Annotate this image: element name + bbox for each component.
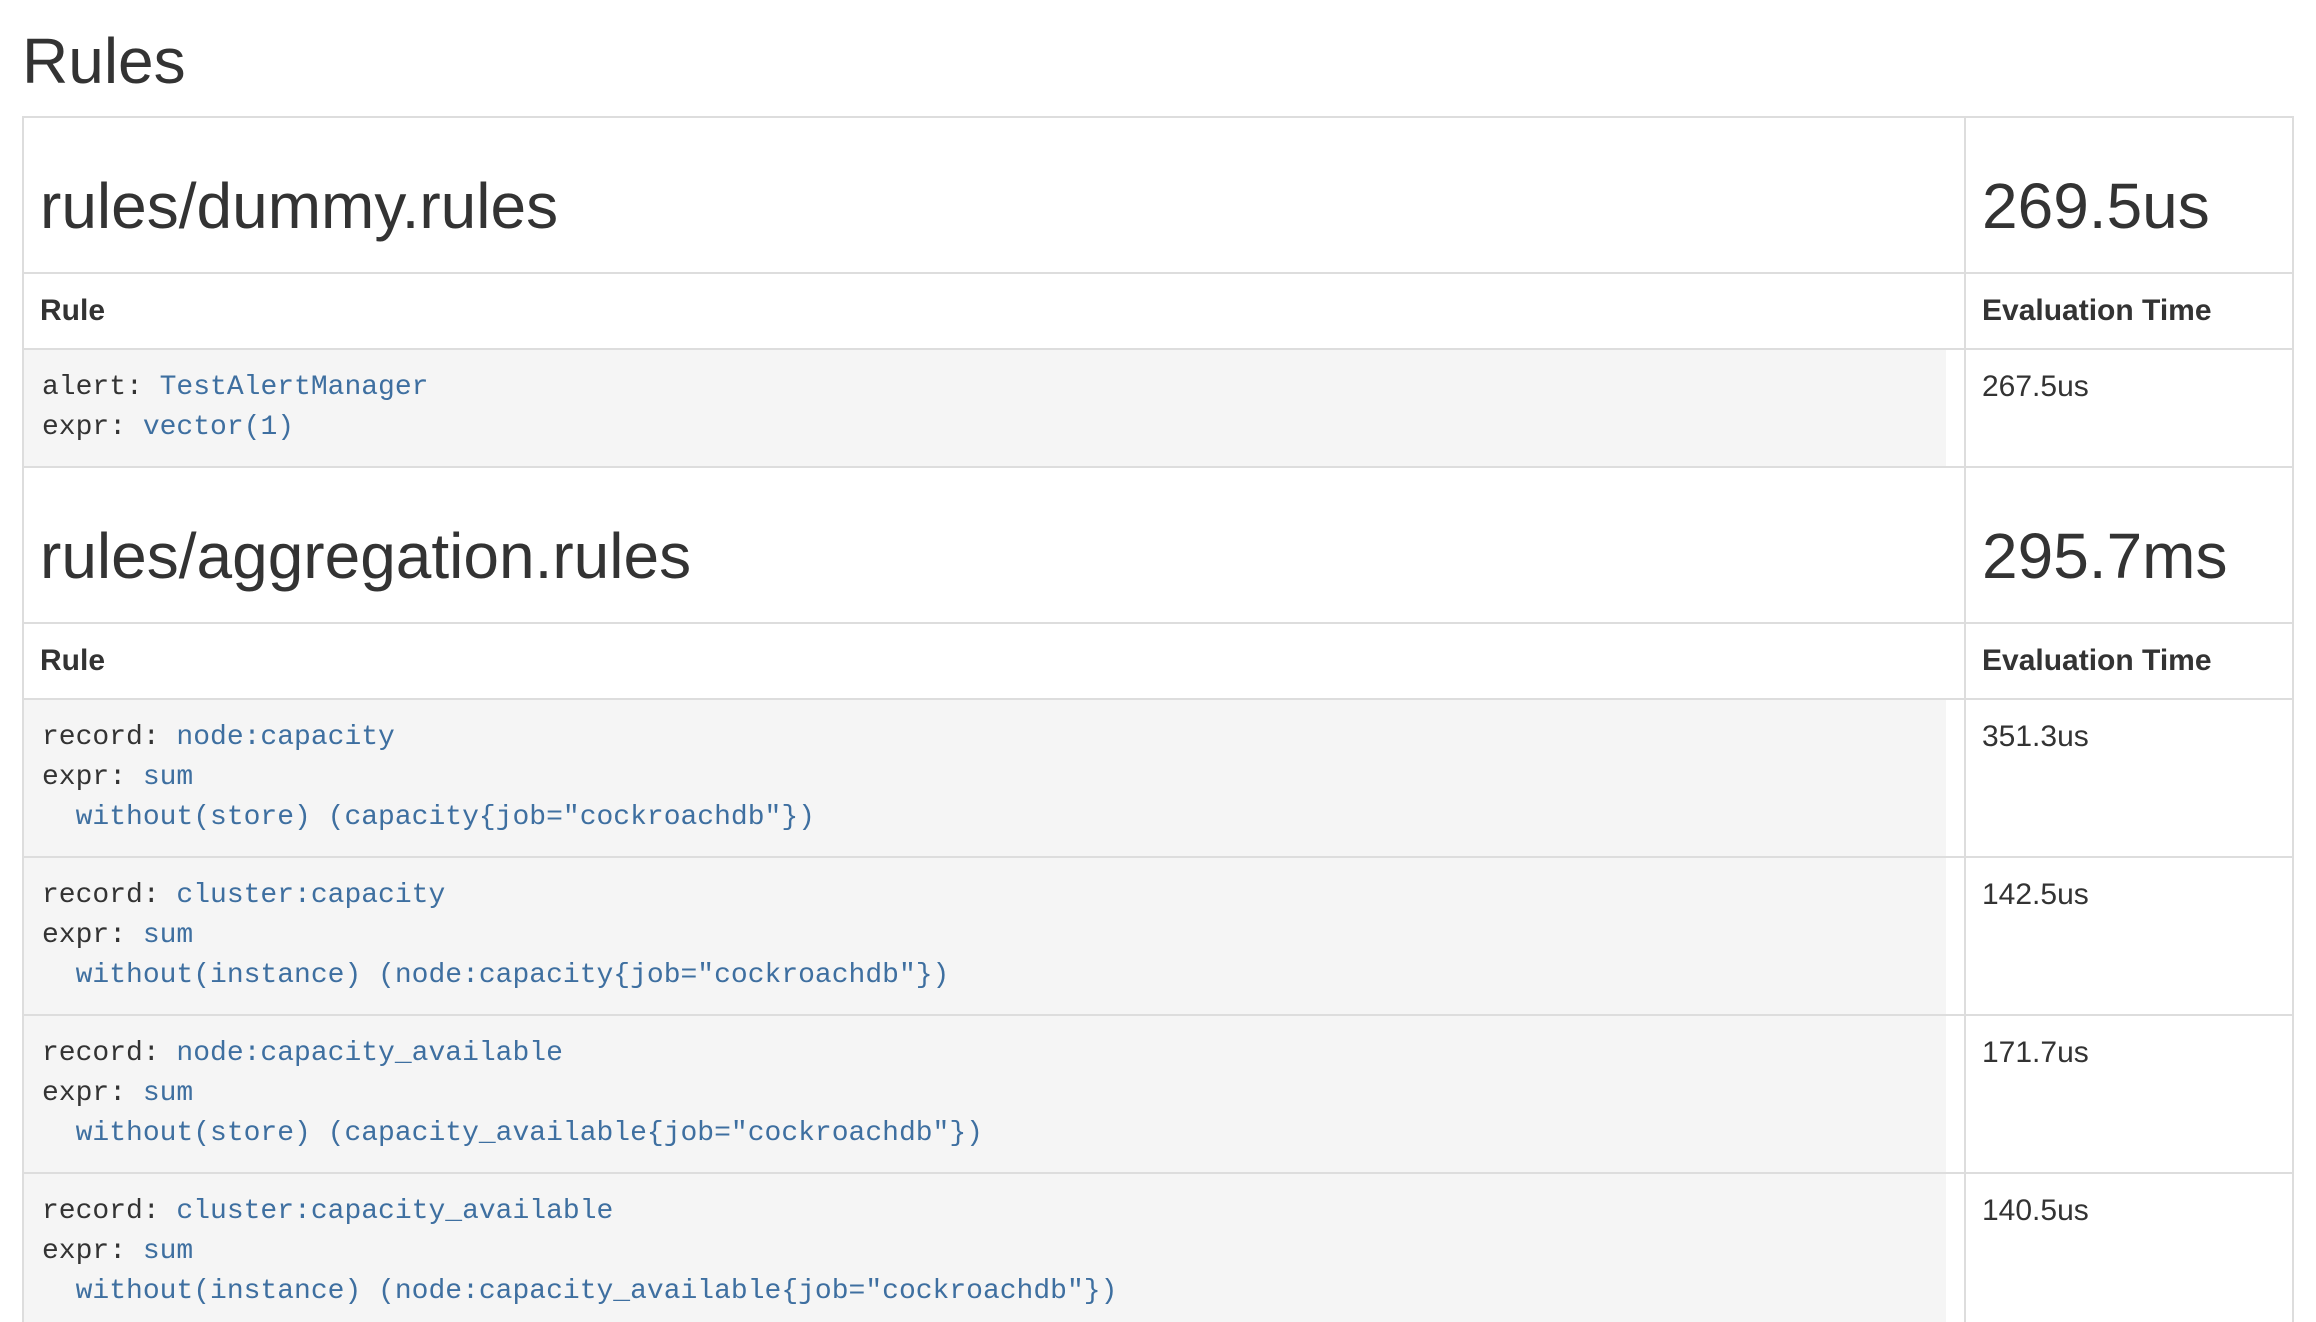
rule-keyword: expr: xyxy=(42,762,143,793)
rule-code-line: expr: sum xyxy=(42,1074,1946,1114)
rule-row: record: cluster:capacity_availableexpr: … xyxy=(23,1173,2293,1322)
rules-table-body: rules/dummy.rules 269.5us Rule Evaluatio… xyxy=(23,117,2293,1322)
rule-code-line: record: cluster:capacity xyxy=(42,876,1946,916)
rule-row: record: node:capacityexpr: sum without(s… xyxy=(23,699,2293,857)
rule-code-line: without(store) (capacity_available{job="… xyxy=(42,1114,1946,1154)
page-title: Rules xyxy=(22,26,2292,96)
rule-eval-time: 142.5us xyxy=(1982,878,2089,911)
rule-link[interactable]: node:capacity_available xyxy=(176,1038,562,1069)
rule-keyword: record: xyxy=(42,880,176,911)
rule-eval-time-cell: 142.5us xyxy=(1965,857,2293,1015)
rule-code-line: expr: sum xyxy=(42,916,1946,956)
rule-code-line: expr: sum xyxy=(42,758,1946,798)
rule-link[interactable]: node:capacity xyxy=(176,722,394,753)
rule-keyword: record: xyxy=(42,722,176,753)
rule-group-eval-time: 269.5us xyxy=(1982,170,2276,242)
rule-link[interactable]: without(instance) (node:capacity{job="co… xyxy=(42,960,949,991)
rule-link[interactable]: sum xyxy=(143,762,193,793)
eval-time-column-header: Evaluation Time xyxy=(1965,623,2293,699)
rule-eval-time-cell: 267.5us xyxy=(1965,349,2293,467)
rule-code-line: record: node:capacity_available xyxy=(42,1034,1946,1074)
rule-group-eval-time-cell: 295.7ms xyxy=(1965,467,2293,623)
rule-code-line: record: node:capacity xyxy=(42,718,1946,758)
rule-link[interactable]: without(instance) (node:capacity_availab… xyxy=(42,1276,1117,1307)
rule-link[interactable]: sum xyxy=(143,1236,193,1267)
rule-link[interactable]: without(store) (capacity{job="cockroachd… xyxy=(42,802,815,833)
rule-eval-time: 267.5us xyxy=(1982,370,2089,403)
rule-eval-time: 140.5us xyxy=(1982,1194,2089,1227)
column-header-row: Rule Evaluation Time xyxy=(23,623,2293,699)
rule-code-line: alert: TestAlertManager xyxy=(42,368,1946,408)
rule-link[interactable]: cluster:capacity_available xyxy=(176,1196,613,1227)
rule-row: alert: TestAlertManagerexpr: vector(1) 2… xyxy=(23,349,2293,467)
rule-group-header-row: rules/aggregation.rules 295.7ms xyxy=(23,467,2293,623)
rule-group-name-cell: rules/aggregation.rules xyxy=(23,467,1965,623)
rule-column-header: Rule xyxy=(23,623,1965,699)
rule-link[interactable]: sum xyxy=(143,920,193,951)
rule-column-header: Rule xyxy=(23,273,1965,349)
rule-code: record: cluster:capacity_availableexpr: … xyxy=(24,1174,1946,1322)
rule-keyword: expr: xyxy=(42,1236,143,1267)
column-header-row: Rule Evaluation Time xyxy=(23,273,2293,349)
rule-link[interactable]: cluster:capacity xyxy=(176,880,445,911)
rule-eval-time: 351.3us xyxy=(1982,720,2089,753)
rule-code: record: cluster:capacityexpr: sum withou… xyxy=(24,858,1946,1014)
rule-keyword: alert: xyxy=(42,372,160,403)
rule-cell: record: node:capacity_availableexpr: sum… xyxy=(23,1015,1965,1173)
rule-link[interactable]: TestAlertManager xyxy=(160,372,429,403)
rule-group-name: rules/dummy.rules xyxy=(40,170,1948,242)
rule-code-line: expr: sum xyxy=(42,1232,1946,1272)
rule-row: record: cluster:capacityexpr: sum withou… xyxy=(23,857,2293,1015)
rule-cell: record: cluster:capacityexpr: sum withou… xyxy=(23,857,1965,1015)
rule-cell: record: node:capacityexpr: sum without(s… xyxy=(23,699,1965,857)
rule-keyword: record: xyxy=(42,1038,176,1069)
rule-keyword: expr: xyxy=(42,1078,143,1109)
rule-row: record: node:capacity_availableexpr: sum… xyxy=(23,1015,2293,1173)
rule-eval-time-cell: 351.3us xyxy=(1965,699,2293,857)
rule-group-name: rules/aggregation.rules xyxy=(40,520,1948,592)
rule-keyword: record: xyxy=(42,1196,176,1227)
rule-cell: record: cluster:capacity_availableexpr: … xyxy=(23,1173,1965,1322)
rule-code-line: without(instance) (node:capacity{job="co… xyxy=(42,956,1946,996)
rule-link[interactable]: vector(1) xyxy=(143,412,294,443)
rules-table: rules/dummy.rules 269.5us Rule Evaluatio… xyxy=(22,116,2294,1322)
rule-eval-time-cell: 140.5us xyxy=(1965,1173,2293,1322)
rule-group-name-cell: rules/dummy.rules xyxy=(23,117,1965,273)
rule-link[interactable]: without(store) (capacity_available{job="… xyxy=(42,1118,983,1149)
rule-group-eval-time: 295.7ms xyxy=(1982,520,2276,592)
rules-page: Rules rules/dummy.rules 269.5us Rule Eva… xyxy=(0,26,2316,1322)
rule-keyword: expr: xyxy=(42,412,143,443)
rule-code: alert: TestAlertManagerexpr: vector(1) xyxy=(24,350,1946,466)
rule-keyword: expr: xyxy=(42,920,143,951)
rule-code-line: record: cluster:capacity_available xyxy=(42,1192,1946,1232)
rule-code-line: expr: vector(1) xyxy=(42,408,1946,448)
eval-time-column-header: Evaluation Time xyxy=(1965,273,2293,349)
rule-link[interactable]: sum xyxy=(143,1078,193,1109)
rule-code: record: node:capacity_availableexpr: sum… xyxy=(24,1016,1946,1172)
rule-code-line: without(instance) (node:capacity_availab… xyxy=(42,1272,1946,1312)
rule-group-eval-time-cell: 269.5us xyxy=(1965,117,2293,273)
rule-cell: alert: TestAlertManagerexpr: vector(1) xyxy=(23,349,1965,467)
rule-group-header-row: rules/dummy.rules 269.5us xyxy=(23,117,2293,273)
rule-eval-time-cell: 171.7us xyxy=(1965,1015,2293,1173)
rule-code-line: without(store) (capacity{job="cockroachd… xyxy=(42,798,1946,838)
rule-code: record: node:capacityexpr: sum without(s… xyxy=(24,700,1946,856)
rule-eval-time: 171.7us xyxy=(1982,1036,2089,1069)
